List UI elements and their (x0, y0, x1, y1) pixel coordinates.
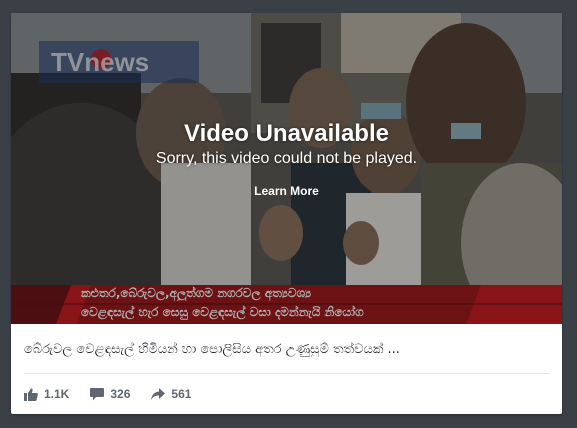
likes-stat[interactable]: 1.1K (24, 387, 69, 401)
engagement-stats: 1.1K 326 561 (24, 384, 212, 404)
video-unavailable-message: Sorry, this video could not be played. (155, 150, 418, 167)
post-caption[interactable]: බේරුවල වෙළඳසැල් හිමියන් හා පොලිසිය අතර උ… (24, 342, 549, 357)
thumbs-up-icon (24, 387, 38, 401)
unavailable-overlay (11, 13, 562, 324)
comments-count: 326 (110, 387, 131, 401)
divider (24, 373, 549, 374)
video-post-card: TVnews කළුතර,බේරුවල,අලුත්ගම නගරවල අත්‍යව… (11, 13, 562, 414)
shares-count: 561 (171, 387, 192, 401)
comment-icon (90, 387, 105, 400)
comments-stat[interactable]: 326 (90, 387, 130, 401)
learn-more-label[interactable]: Learn More (250, 182, 323, 200)
shares-stat[interactable]: 561 (151, 387, 191, 401)
learn-more-link[interactable]: Learn More (11, 184, 562, 198)
video-player[interactable]: TVnews කළුතර,බේරුවල,අලුත්ගම නගරවල අත්‍යව… (11, 13, 562, 324)
video-unavailable-title: Video Unavailable (184, 120, 389, 147)
share-icon (151, 387, 166, 400)
likes-count: 1.1K (44, 387, 70, 401)
